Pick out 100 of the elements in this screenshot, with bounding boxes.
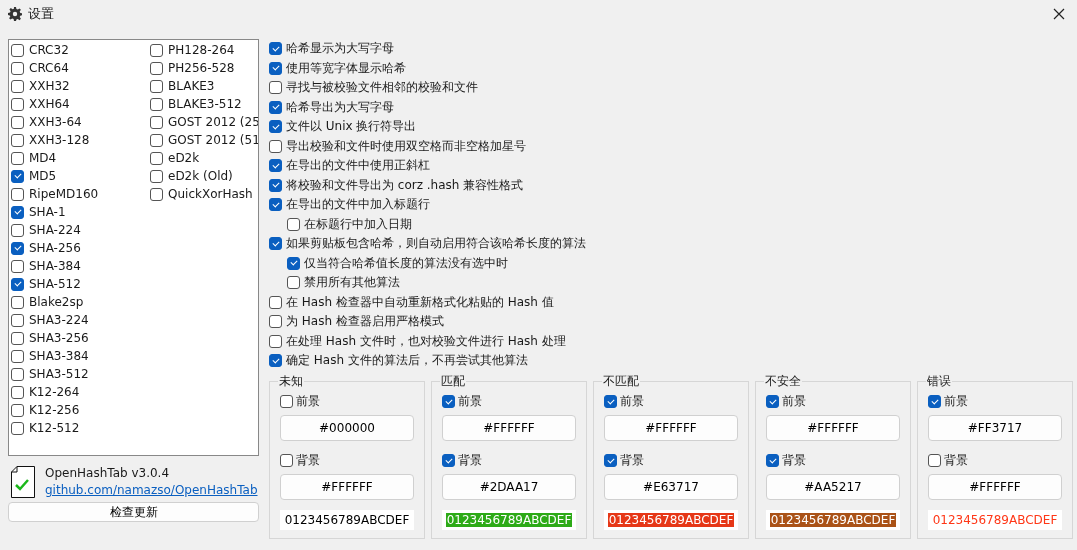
checkbox[interactable] (11, 241, 24, 255)
algorithm-label: XXH3-128 (29, 133, 90, 147)
file-check-icon (11, 466, 35, 498)
checkbox[interactable] (604, 395, 617, 408)
color-button[interactable]: #AA5217 (766, 473, 900, 500)
color-button[interactable]: #FFFFFF (280, 473, 414, 500)
checkbox[interactable] (11, 421, 24, 435)
checkbox[interactable] (11, 187, 24, 201)
checkbox[interactable] (11, 205, 24, 219)
checkbox[interactable] (269, 237, 282, 251)
checkbox[interactable] (150, 61, 163, 75)
checkbox[interactable] (269, 120, 282, 134)
checkbox[interactable] (269, 139, 282, 153)
color-button[interactable]: #FFFFFF (766, 414, 900, 441)
checkbox[interactable] (11, 403, 24, 417)
checkbox[interactable] (150, 151, 163, 165)
checkbox[interactable] (269, 354, 282, 368)
checkbox[interactable] (150, 97, 163, 111)
checkbox[interactable] (11, 43, 24, 57)
checkbox[interactable] (11, 61, 24, 75)
checkbox[interactable] (269, 178, 282, 192)
option-label: 哈希导出为大写字母 (286, 98, 394, 116)
checkbox[interactable] (150, 169, 163, 183)
color-button[interactable]: #FFFFFF (928, 473, 1062, 500)
color-button[interactable]: #E63717 (604, 473, 738, 500)
group-title: 不匹配 (602, 372, 640, 390)
color-button[interactable]: #FFFFFF (604, 414, 738, 441)
background-label: 背景 (620, 452, 644, 469)
checkbox[interactable] (11, 295, 24, 309)
foreground-label: 前景 (620, 393, 644, 410)
algorithm-label: GOST 2012 (25 (168, 115, 258, 129)
checkbox[interactable] (287, 217, 300, 231)
checkbox[interactable] (269, 61, 282, 75)
checkbox[interactable] (11, 169, 24, 183)
checkbox[interactable] (11, 79, 24, 93)
checkbox[interactable] (269, 315, 282, 329)
color-button[interactable]: #2DAA17 (442, 473, 576, 500)
checkbox[interactable] (280, 395, 293, 408)
checkbox[interactable] (928, 454, 941, 467)
option-label: 如果剪贴板包含哈希，则自动启用符合该哈希长度的算法 (286, 235, 586, 253)
checkbox[interactable] (150, 43, 163, 57)
checkbox[interactable] (442, 454, 455, 467)
algorithm-label: SHA3-224 (29, 313, 89, 327)
checkbox[interactable] (150, 187, 163, 201)
checkbox[interactable] (287, 256, 300, 270)
group-title: 未知 (278, 372, 304, 390)
checkbox[interactable] (11, 115, 24, 129)
algorithm-label: SHA-1 (29, 205, 66, 219)
algorithm-label: PH128-264 (168, 43, 235, 57)
check-update-button[interactable]: 检查更新 (8, 502, 259, 522)
color-button[interactable]: #FF3717 (928, 414, 1062, 441)
checkbox[interactable] (11, 97, 24, 111)
checkbox[interactable] (269, 42, 282, 56)
checkbox[interactable] (11, 223, 24, 237)
option-label: 在导出的文件中使用正斜杠 (286, 157, 430, 175)
checkbox[interactable] (269, 100, 282, 114)
foreground-label: 前景 (458, 393, 482, 410)
checkbox[interactable] (11, 259, 24, 273)
checkbox[interactable] (287, 276, 300, 290)
algorithm-label: eD2k (168, 151, 200, 165)
checkbox[interactable] (11, 385, 24, 399)
background-label: 背景 (944, 452, 968, 469)
checkbox[interactable] (280, 454, 293, 467)
checkbox[interactable] (928, 395, 941, 408)
checkbox[interactable] (150, 133, 163, 147)
color-button[interactable]: #000000 (280, 414, 414, 441)
algorithm-label: SHA3-512 (29, 367, 89, 381)
checkbox[interactable] (269, 334, 282, 348)
checkbox[interactable] (150, 115, 163, 129)
checkbox[interactable] (269, 198, 282, 212)
checkbox[interactable] (766, 454, 779, 467)
checkbox[interactable] (269, 159, 282, 173)
app-version: OpenHashTab v3.0.4 (45, 466, 171, 480)
checkbox[interactable] (11, 349, 24, 363)
checkbox[interactable] (269, 295, 282, 309)
checkbox[interactable] (442, 395, 455, 408)
background-label: 背景 (458, 452, 482, 469)
checkbox[interactable] (766, 395, 779, 408)
checkbox[interactable] (11, 277, 24, 291)
algorithm-label: QuickXorHash (168, 187, 253, 201)
checkbox[interactable] (269, 81, 282, 95)
color-preview: 0123456789ABCDEF (445, 512, 573, 527)
algorithm-label: SHA-512 (29, 277, 81, 291)
algorithm-label: MD5 (29, 169, 57, 183)
checkbox[interactable] (11, 313, 24, 327)
checkbox[interactable] (150, 79, 163, 93)
github-link[interactable]: github.com/namazso/OpenHashTab (45, 483, 258, 497)
checkbox[interactable] (11, 133, 24, 147)
checkbox[interactable] (11, 331, 24, 345)
algorithm-label: K12-512 (29, 421, 80, 435)
foreground-label: 前景 (782, 393, 806, 410)
checkbox[interactable] (604, 454, 617, 467)
foreground-label: 前景 (944, 393, 968, 410)
checkbox[interactable] (11, 151, 24, 165)
color-button[interactable]: #FFFFFF (442, 414, 576, 441)
option-label: 在标题行中加入日期 (304, 215, 412, 233)
algorithm-label: SHA-384 (29, 259, 81, 273)
algorithm-label: GOST 2012 (51 (168, 133, 258, 147)
background-label: 背景 (782, 452, 806, 469)
checkbox[interactable] (11, 367, 24, 381)
